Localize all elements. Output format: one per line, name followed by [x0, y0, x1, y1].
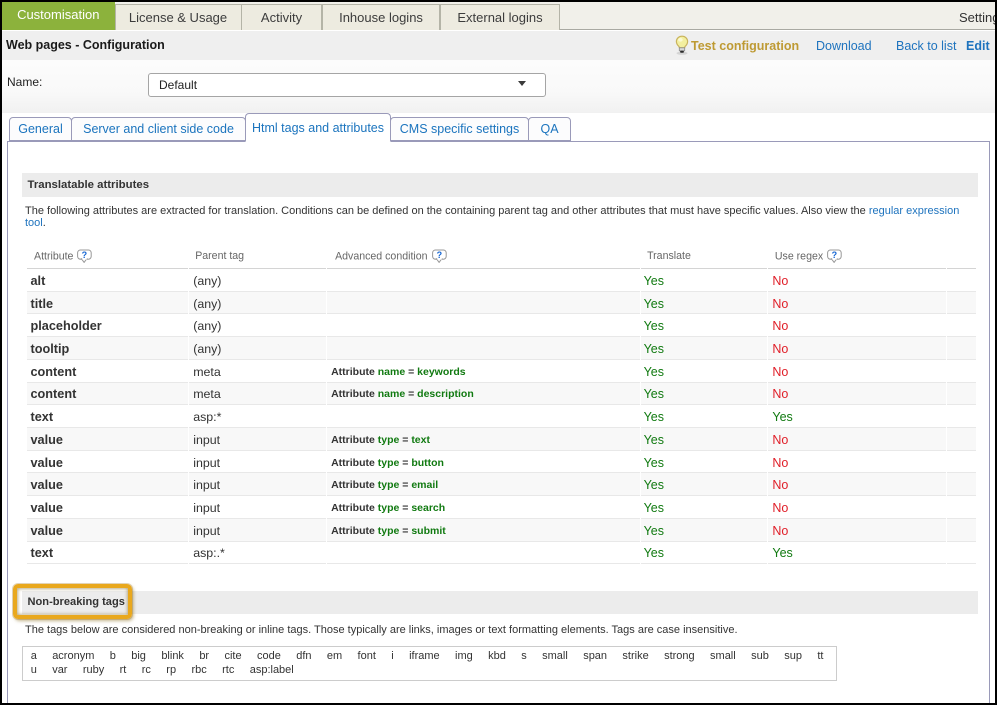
svg-text:?: ?	[82, 250, 88, 260]
svg-text:?: ?	[436, 250, 442, 260]
svg-text:?: ?	[832, 250, 838, 260]
